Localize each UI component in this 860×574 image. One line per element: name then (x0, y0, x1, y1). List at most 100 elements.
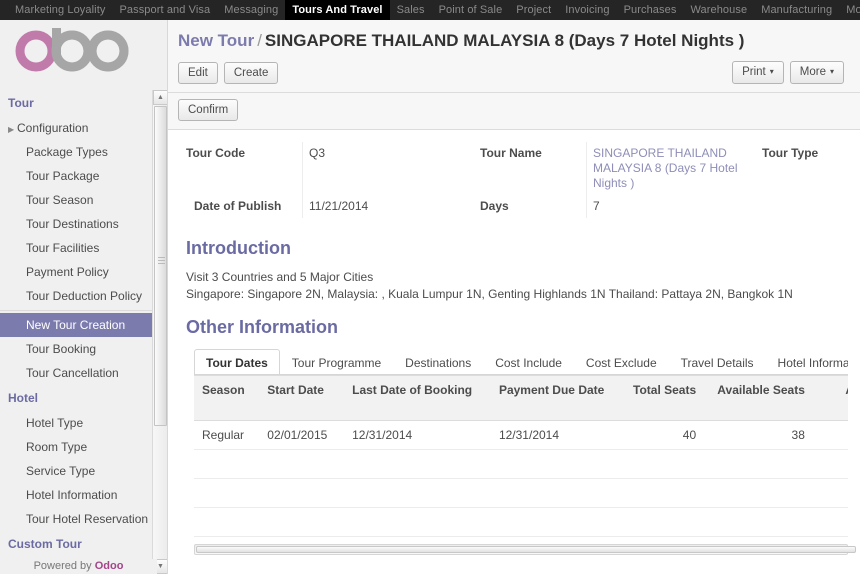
sidebar-item-tour-package[interactable]: Tour Package (0, 164, 167, 188)
cell-start-date: 02/01/2015 (259, 420, 345, 450)
tab-tour-programme[interactable]: Tour Programme (280, 349, 393, 374)
nav-item-project[interactable]: Project (509, 0, 558, 20)
tab-cost-include[interactable]: Cost Include (483, 349, 574, 374)
sidebar-item-hotel-information[interactable]: Hotel Information (0, 483, 167, 507)
odoo-logo-icon (15, 28, 129, 72)
column-header-start-date: Start Date (259, 375, 345, 421)
cell-empty (812, 449, 848, 479)
nav-item-messaging[interactable]: Messaging (217, 0, 285, 20)
nav-item-tours-and-travel[interactable]: Tours And Travel (285, 0, 390, 20)
sidebar-scrollbar-thumb[interactable] (154, 106, 167, 426)
sidebar-item-new-tour-creation[interactable]: New Tour Creation (0, 313, 167, 337)
nav-item-label: Project (516, 4, 552, 16)
nav-item-invoicing[interactable]: Invoicing (558, 0, 616, 20)
introduction-line-1: Visit 3 Countries and 5 Major Cities (186, 270, 374, 284)
sidebar-item-tour-facilities[interactable]: Tour Facilities (0, 236, 167, 260)
sidebar-item-label: Hotel Type (26, 416, 84, 430)
table-row-empty[interactable] (194, 449, 848, 479)
cell-available-seats: 38 (704, 420, 813, 450)
sidebar-item-label: Tour Season (26, 193, 94, 207)
print-menu-button[interactable]: Print ▾ (732, 61, 784, 84)
more-menu-button[interactable]: More ▾ (789, 61, 844, 84)
breadcrumb-separator: / (257, 31, 262, 50)
nav-item-more[interactable]: More▾ (839, 0, 860, 20)
sidebar-item-label: Hotel Information (26, 488, 118, 502)
sidebar-item-label: Service Type (26, 464, 96, 478)
sidebar-item-room-type[interactable]: Room Type (0, 435, 167, 459)
nav-item-warehouse[interactable]: Warehouse (683, 0, 754, 20)
sidebar-item-tour-deduction-policy[interactable]: Tour Deduction Policy (0, 284, 167, 308)
tour-type-value[interactable] (856, 142, 860, 195)
date-of-publish-value[interactable]: 11/21/2014 (302, 195, 474, 218)
tab-travel-details[interactable]: Travel Details (669, 349, 766, 374)
app-body: Tour ▶ Configuration Package Types Tour Pack… (0, 20, 860, 574)
table-row-empty[interactable] (194, 478, 848, 508)
form-filler-value (856, 195, 860, 218)
nav-item-label: Marketing Loyality (15, 4, 106, 16)
introduction-line-2: Singapore: Singapore 2N, Malaysia: , Kua… (186, 287, 793, 301)
nav-item-marketing-loyality[interactable]: Marketing Loyality (8, 0, 112, 20)
nav-item-passport-and-visa[interactable]: Passport and Visa (112, 0, 217, 20)
cell-empty (194, 507, 260, 537)
nav-item-sales[interactable]: Sales (390, 0, 432, 20)
sidebar-item-tour-destinations[interactable]: Tour Destinations (0, 212, 167, 236)
sidebar-section-custom-tour: Custom Tour (8, 537, 82, 551)
scrollbar-grip-icon (158, 257, 165, 264)
nav-item-label: More (846, 4, 860, 16)
nav-item-point-of-sale[interactable]: Point of Sale (432, 0, 510, 20)
other-information-title: Other Information (186, 317, 338, 337)
edit-button[interactable]: Edit (178, 61, 218, 84)
cell-empty (704, 507, 813, 537)
nav-item-label: Tours And Travel (292, 4, 383, 16)
status-bar: Confirm (168, 93, 860, 130)
tab-hotel-information[interactable]: Hotel Information (766, 349, 848, 374)
cell-empty (704, 449, 813, 479)
sidebar-item-hotel-type[interactable]: Hotel Type (0, 411, 167, 435)
control-panel: New Tour / SINGAPORE THAILAND MALAYSIA 8 (… (168, 20, 860, 93)
days-value[interactable]: 7 (586, 195, 756, 218)
nav-item-manufacturing[interactable]: Manufacturing (754, 0, 839, 20)
sidebar-item-label: Tour Deduction Policy (26, 289, 143, 303)
nav-item-purchases[interactable]: Purchases (617, 0, 684, 20)
sidebar-item-tour-cancellation[interactable]: Tour Cancellation (0, 361, 167, 385)
tab-destinations[interactable]: Destinations (393, 349, 483, 374)
cell-adults-cost: 35000.00 (812, 420, 848, 450)
sidebar-scrollbar[interactable]: ▲ ▼ (152, 90, 167, 574)
form-sheet: Tour Code Q3 Tour Name SINGAPORE THAILAN… (168, 130, 860, 574)
sidebar-item-package-types[interactable]: Package Types (0, 140, 167, 164)
sidebar-item-service-type[interactable]: Service Type (0, 459, 167, 483)
scroll-up-arrow-icon[interactable]: ▲ (153, 90, 167, 105)
table-row-empty[interactable] (194, 507, 848, 537)
sidebar-item-payment-policy[interactable]: Payment Policy (0, 260, 167, 284)
tour-code-value[interactable]: Q3 (302, 142, 474, 195)
powered-by-odoo[interactable]: Powered by Odoo (0, 559, 157, 574)
sidebar-item-label: Configuration (17, 121, 89, 135)
table-horizontal-scrollbar[interactable] (194, 544, 856, 555)
confirm-button[interactable]: Confirm (178, 99, 239, 121)
tab-cost-exclude[interactable]: Cost Exclude (574, 349, 669, 374)
cell-empty (344, 507, 491, 537)
sidebar-section-tour: Tour (8, 96, 34, 110)
sidebar-item-configuration[interactable]: ▶ Configuration (0, 116, 167, 140)
cell-season: Regular (194, 420, 260, 450)
cell-empty (621, 507, 705, 537)
table-row[interactable]: Regular 02/01/2015 12/31/2014 12/31/2014 40 3… (194, 420, 848, 450)
print-label: Print (742, 66, 766, 78)
sidebar-item-label: Tour Facilities (26, 241, 100, 255)
sidebar: Tour ▶ Configuration Package Types Tour Pack… (0, 20, 168, 574)
odoo-logo-area[interactable] (0, 20, 167, 90)
sidebar-menu: Tour ▶ Configuration Package Types Tour Pack… (0, 90, 167, 574)
cell-empty (490, 507, 622, 537)
create-button[interactable]: Create (223, 61, 279, 84)
table-horizontal-scrollbar-thumb[interactable] (196, 546, 856, 553)
cell-empty (194, 478, 260, 508)
date-of-publish-label: Date of Publish (194, 199, 282, 213)
sidebar-item-tour-booking[interactable]: Tour Booking (0, 337, 167, 361)
tab-tour-dates[interactable]: Tour Dates (194, 349, 280, 374)
sidebar-item-tour-season[interactable]: Tour Season (0, 188, 167, 212)
cell-empty (259, 449, 345, 479)
column-header-available-seats: Available Seats (704, 375, 813, 421)
tour-name-value[interactable]: SINGAPORE THAILAND MALAYSIA 8 (Days 7 Ho… (586, 142, 756, 195)
breadcrumb-parent-link[interactable]: New Tour (178, 31, 254, 50)
sidebar-item-tour-hotel-reservation[interactable]: Tour Hotel Reservation (0, 507, 167, 531)
